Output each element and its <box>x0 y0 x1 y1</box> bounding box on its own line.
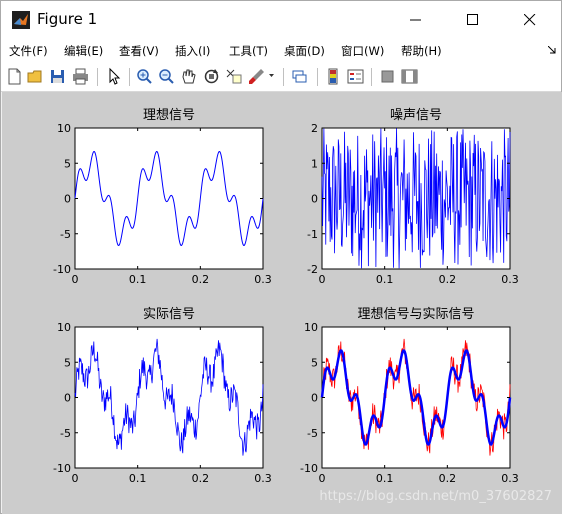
legend-icon[interactable] <box>346 67 365 86</box>
x-tick-label: 0 <box>319 273 326 286</box>
minimize-button[interactable] <box>393 1 439 39</box>
hide-plot-tools-icon[interactable] <box>378 67 397 86</box>
toolbar-separator <box>129 68 130 86</box>
close-icon <box>524 14 536 26</box>
menu-help[interactable]: 帮助(H) <box>401 43 442 59</box>
zoom-out-icon[interactable] <box>157 67 176 86</box>
link-icon[interactable] <box>290 67 309 86</box>
y-tick-label: 1 <box>311 157 318 170</box>
x-tick-label: 0.2 <box>192 472 210 485</box>
minimize-icon <box>410 19 421 21</box>
data-cursor-icon[interactable] <box>224 67 243 86</box>
y-tick-label: -10 <box>300 462 318 475</box>
y-tick-label: 0 <box>64 392 71 405</box>
axes-title: 理想信号 <box>143 107 195 123</box>
x-tick-label: 0.2 <box>439 273 457 286</box>
y-tick-label: -1 <box>307 228 318 241</box>
figure-toolbar <box>1 63 561 92</box>
x-tick-label: 0.1 <box>376 472 394 485</box>
zoom-in-icon[interactable] <box>135 67 154 86</box>
axes-title: 实际信号 <box>143 307 195 322</box>
x-tick-label: 0 <box>319 472 326 485</box>
x-tick-label: 0.3 <box>501 273 519 286</box>
close-button[interactable] <box>507 1 553 39</box>
maximize-button[interactable] <box>450 1 496 39</box>
menu-desktop[interactable]: 桌面(D) <box>284 43 325 59</box>
axes-actual-signal[interactable]: 实际信号 0 0.1 0.2 0.3 10 5 0 -5 -10 <box>53 307 272 485</box>
save-icon[interactable] <box>48 67 67 86</box>
x-tick-label: 0.2 <box>192 273 210 286</box>
colorbar-icon[interactable] <box>324 67 343 86</box>
toolbar-separator <box>283 68 284 86</box>
axes-ideal-signal[interactable]: 理想信号 0 0.1 0.2 0.3 10 5 0 -5 -10 <box>53 107 272 286</box>
menu-edit[interactable]: 编辑(E) <box>64 43 103 59</box>
axes-title: 理想信号与实际信号 <box>357 306 474 322</box>
y-tick-label: 0 <box>64 193 71 206</box>
y-tick-label: -5 <box>307 427 318 440</box>
show-plot-tools-icon[interactable] <box>400 67 419 86</box>
axes-ideal-vs-actual[interactable]: 理想信号与实际信号 0 0.1 0.2 0.3 10 5 0 -5 -10 <box>300 306 519 485</box>
menu-insert[interactable]: 插入(I) <box>175 43 210 59</box>
pointer-icon[interactable] <box>105 67 124 86</box>
y-tick-label: 5 <box>64 356 71 369</box>
rotate-icon[interactable] <box>202 67 221 86</box>
title-bar: Figure 1 <box>1 1 561 39</box>
menu-file[interactable]: 文件(F) <box>9 43 48 59</box>
x-tick-label: 0.3 <box>254 273 272 286</box>
figure-window: Figure 1 文件(F) 编辑(E) 查看(V) 插入(I) 工具(T) 桌… <box>0 0 562 514</box>
y-tick-label: 5 <box>64 157 71 170</box>
y-tick-label: 0 <box>311 193 318 206</box>
print-icon[interactable] <box>71 67 90 86</box>
axes-noise-signal[interactable]: 噪声信号 0 0.1 0.2 0.3 2 1 0 -1 -2 <box>307 108 519 286</box>
matlab-logo-icon <box>12 11 30 29</box>
x-tick-label: 0.1 <box>376 273 394 286</box>
x-tick-label: 0.2 <box>439 472 457 485</box>
y-tick-label: 0 <box>311 392 318 405</box>
figure-canvas: 理想信号 0 0.1 0.2 0.3 10 5 0 -5 -10 噪声信号 0 0.1 0.2 0.3… <box>2 92 562 514</box>
watermark: https://blog.csdn.net/m0_37602827 <box>319 489 552 504</box>
x-tick-label: 0 <box>72 472 79 485</box>
y-tick-label: 10 <box>57 122 71 135</box>
plots-svg: 理想信号 0 0.1 0.2 0.31050-5-10 噪声信号 0 0.1 0.2 0.3… <box>53 107 519 485</box>
menu-view[interactable]: 查看(V) <box>119 43 159 59</box>
y-tick-label: -10 <box>53 263 71 276</box>
menu-tools[interactable]: 工具(T) <box>229 43 268 59</box>
toolbar-separator <box>97 68 98 86</box>
y-tick-label: 5 <box>311 356 318 369</box>
menu-dock-arrow-icon[interactable] <box>548 46 556 54</box>
x-tick-label: 0.1 <box>129 472 147 485</box>
brush-icon[interactable] <box>247 67 266 86</box>
y-tick-label: -2 <box>307 263 318 276</box>
y-tick-label: 10 <box>57 321 71 334</box>
menu-window[interactable]: 窗口(W) <box>341 43 384 59</box>
maximize-icon <box>467 14 478 25</box>
axes-title: 噪声信号 <box>390 108 442 123</box>
x-tick-label: 0.3 <box>254 472 272 485</box>
y-tick-label: -5 <box>60 427 71 440</box>
open-icon[interactable] <box>26 67 45 86</box>
x-tick-label: 0 <box>72 273 79 286</box>
pan-icon[interactable] <box>179 67 198 86</box>
toolbar-separator <box>317 68 318 86</box>
y-tick-label: 2 <box>311 122 318 135</box>
y-tick-label: -10 <box>53 462 71 475</box>
menu-bar: 文件(F) 编辑(E) 查看(V) 插入(I) 工具(T) 桌面(D) 窗口(W… <box>1 39 561 63</box>
y-tick-label: -5 <box>60 228 71 241</box>
window-title: Figure 1 <box>37 10 98 28</box>
y-tick-label: 10 <box>304 321 318 334</box>
new-figure-icon[interactable] <box>5 67 24 86</box>
axes-box <box>74 326 264 469</box>
x-tick-label: 0.1 <box>129 273 147 286</box>
x-tick-label: 0.3 <box>501 472 519 485</box>
brush-dropdown-icon[interactable] <box>269 73 275 79</box>
toolbar-separator <box>371 68 372 86</box>
